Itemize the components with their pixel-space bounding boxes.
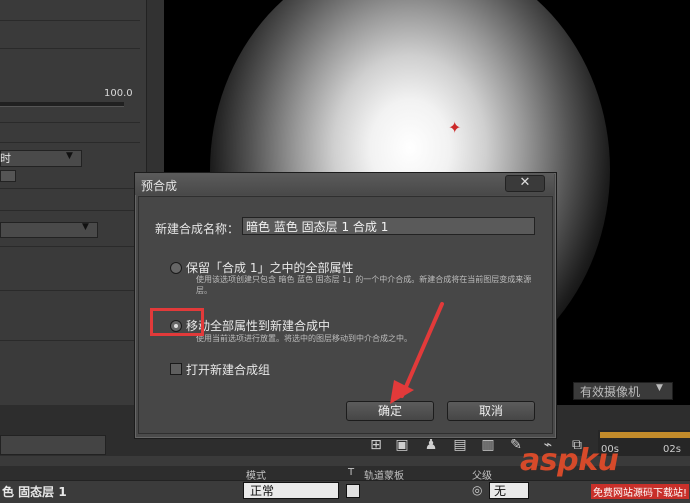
draft-3d-icon[interactable]: ▣	[394, 437, 410, 453]
effect-controls-panel	[0, 0, 148, 405]
arrow-annotation-icon	[390, 302, 444, 404]
work-area-bar[interactable]	[600, 432, 690, 438]
panel-divider	[0, 122, 140, 123]
comp-name-label: 新建合成名称：	[155, 222, 240, 236]
panel-divider	[0, 188, 140, 189]
open-new-comp-checkbox[interactable]	[170, 363, 182, 375]
panel-divider	[0, 20, 140, 21]
keep-attributes-radio[interactable]	[170, 262, 182, 274]
panel-divider	[0, 290, 140, 291]
preserve-transparency-checkbox[interactable]	[346, 484, 360, 498]
cancel-button[interactable]: 取消	[447, 401, 535, 421]
anchor-point-icon[interactable]: ✦	[448, 118, 461, 137]
layer-name: 色 固态层 1	[2, 485, 67, 499]
panel-divider	[0, 246, 140, 247]
watermark-logo: aspku	[520, 443, 619, 478]
move-attributes-label[interactable]: 移动全部属性到新建合成中	[186, 317, 330, 334]
timeline-search-input[interactable]	[0, 435, 106, 455]
small-toggle[interactable]	[0, 170, 16, 182]
blend-mode-select[interactable]: 正常	[243, 482, 339, 499]
comp-name-input[interactable]: 暗色 蓝色 固态层 1 合成 1	[242, 217, 535, 235]
panel-divider	[0, 340, 140, 341]
open-new-comp-label[interactable]: 打开新建合成组	[186, 361, 270, 378]
motion-blur-icon[interactable]: ▥	[480, 437, 496, 453]
keep-attributes-description: 使用该选项创建只包含 暗色 蓝色 固态层 1」的一个中介合成。新建合成将在当前图…	[196, 275, 532, 295]
panel-divider	[0, 48, 140, 49]
chevron-down-icon: ▼	[656, 383, 663, 393]
watermark-tagline: 免费网站源码下载站!	[591, 484, 690, 499]
table-row[interactable]	[0, 480, 690, 503]
dialog-title: 预合成	[141, 179, 178, 193]
panel-divider	[0, 142, 140, 143]
shy-layers-icon[interactable]: ♟	[423, 437, 439, 453]
chevron-down-icon: ▼	[82, 222, 89, 232]
slider-track[interactable]	[0, 102, 124, 107]
chevron-down-icon: ▼	[66, 151, 73, 161]
dialog-titlebar[interactable]	[135, 173, 554, 195]
highlight-annotation-box	[150, 308, 204, 336]
pick-whip-icon[interactable]: ◎	[472, 483, 482, 497]
close-icon: ✕	[519, 175, 531, 190]
frame-blending-icon[interactable]: ▤	[452, 437, 468, 453]
slider-value: 100.0	[104, 88, 133, 99]
property-dropdown-label: 时	[0, 152, 11, 165]
comp-flowchart-icon[interactable]: ⊞	[368, 437, 384, 453]
panel-divider	[0, 210, 140, 211]
column-header-t: T	[348, 467, 355, 478]
parent-select[interactable]: 无	[489, 482, 529, 499]
close-button[interactable]: ✕	[505, 175, 545, 192]
time-tick: 02s	[663, 444, 681, 455]
